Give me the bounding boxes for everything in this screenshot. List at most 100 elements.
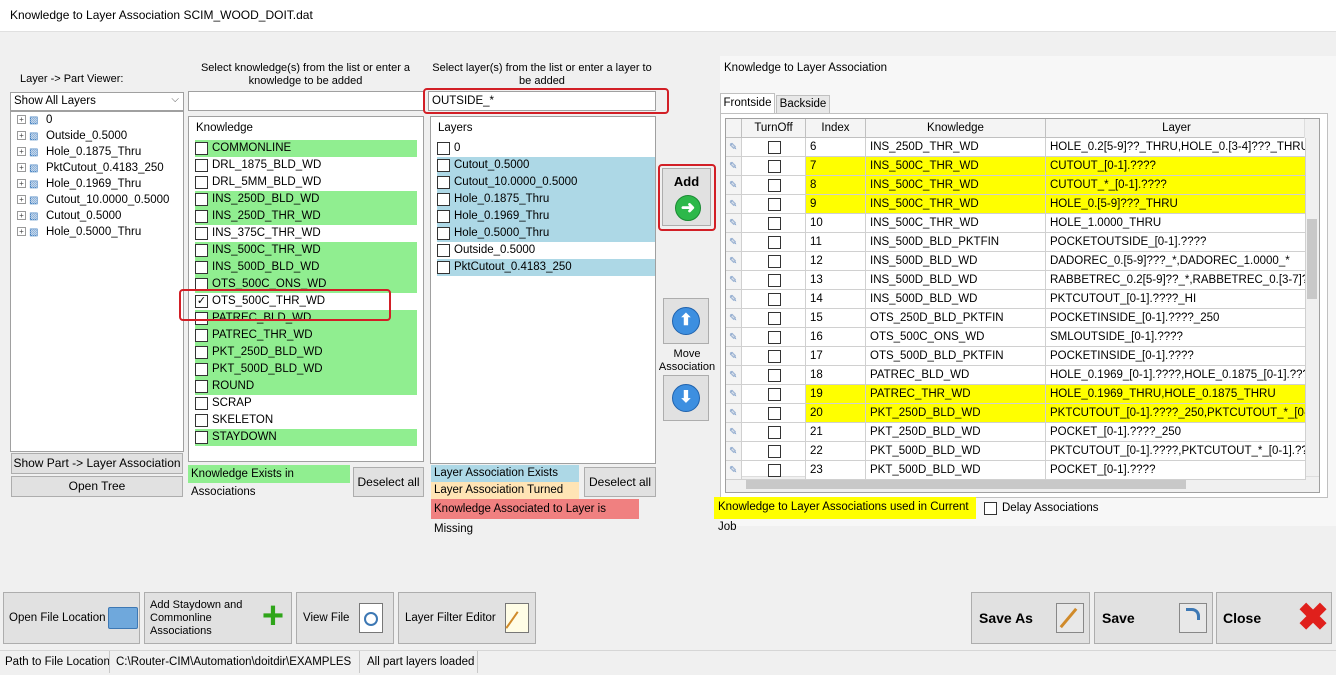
layer-item[interactable]: Cutout_10.0000_0.5000 <box>437 174 655 191</box>
layer-filter-select[interactable]: Show All Layers ⌵ <box>10 92 184 111</box>
turnoff-cell[interactable] <box>742 138 806 157</box>
table-row[interactable]: ✎ 17 OTS_500D_BLD_PKTFIN POCKETINSIDE_[0-1]… <box>726 347 1306 366</box>
table-row[interactable]: ✎ 15 OTS_250D_BLD_PKTFIN POCKETINSIDE_[0-1]… <box>726 309 1306 328</box>
table-row[interactable]: ✎ 20 PKT_250D_BLD_WD PKTCUTOUT_[0-1].????_2… <box>726 404 1306 423</box>
table-row[interactable]: ✎ 7 INS_500C_THR_WD CUTOUT_[0-1].???? <box>726 157 1306 176</box>
tree-item[interactable]: + ▧ PktCutout_0.4183_250 <box>17 160 164 176</box>
layer-checkbox[interactable] <box>437 176 450 189</box>
turnoff-cell[interactable] <box>742 157 806 176</box>
expand-icon[interactable]: + <box>17 211 26 221</box>
turnoff-checkbox[interactable] <box>768 331 781 344</box>
table-row[interactable]: ✎ 14 INS_500D_BLD_WD PKTCUTOUT_[0-1].????_H… <box>726 290 1306 309</box>
turnoff-checkbox[interactable] <box>768 350 781 363</box>
table-row[interactable]: ✎ 13 INS_500D_BLD_WD RABBETREC_0.2[5-9]??_*… <box>726 271 1306 290</box>
knowledge-item[interactable]: PKT_250D_BLD_WD <box>195 344 417 361</box>
expand-icon[interactable]: + <box>17 195 26 205</box>
turnoff-cell[interactable] <box>742 271 806 290</box>
col-knowledge[interactable]: Knowledge <box>866 119 1046 138</box>
delay-associations-checkbox[interactable] <box>984 502 997 515</box>
tree-item[interactable]: + ▧ Outside_0.5000 <box>17 128 127 144</box>
expand-icon[interactable]: + <box>17 147 26 157</box>
open-tree-button[interactable]: Open Tree <box>11 476 183 497</box>
turnoff-cell[interactable] <box>742 385 806 404</box>
vertical-scrollbar[interactable] <box>1304 119 1319 477</box>
layer-checkbox[interactable] <box>437 227 450 240</box>
turnoff-checkbox[interactable] <box>768 312 781 325</box>
table-row[interactable]: ✎ 19 PATREC_THR_WD HOLE_0.1969_THRU,HOLE_0.… <box>726 385 1306 404</box>
edit-pencil-icon[interactable]: ✎ <box>726 404 742 423</box>
vertical-scroll-thumb[interactable] <box>1307 219 1317 299</box>
turnoff-checkbox[interactable] <box>768 198 781 211</box>
edit-pencil-icon[interactable]: ✎ <box>726 271 742 290</box>
table-row[interactable]: ✎ 23 PKT_500D_BLD_WD POCKET_[0-1].???? <box>726 461 1306 480</box>
layer-tree[interactable]: + ▧ 0 + ▧ Outside_0.5000 + ▧ Hole_0.1875_Thru + ▧ P… <box>10 111 184 452</box>
horizontal-scroll-thumb[interactable] <box>746 480 1186 489</box>
turnoff-cell[interactable] <box>742 423 806 442</box>
layer-deselect-button[interactable]: Deselect all <box>584 467 656 497</box>
tree-item[interactable]: + ▧ Cutout_10.0000_0.5000 <box>17 192 169 208</box>
view-file-button[interactable]: View File <box>296 592 394 644</box>
edit-pencil-icon[interactable]: ✎ <box>726 423 742 442</box>
edit-pencil-icon[interactable]: ✎ <box>726 176 742 195</box>
turnoff-checkbox[interactable] <box>768 388 781 401</box>
knowledge-checkbox[interactable] <box>195 244 208 257</box>
save-as-button[interactable]: Save As <box>971 592 1090 644</box>
turnoff-checkbox[interactable] <box>768 426 781 439</box>
col-layer[interactable]: Layer <box>1046 119 1308 138</box>
table-row[interactable]: ✎ 18 PATREC_BLD_WD HOLE_0.1969_[0-1].????,H… <box>726 366 1306 385</box>
turnoff-cell[interactable] <box>742 176 806 195</box>
layer-item[interactable]: Hole_0.5000_Thru <box>437 225 655 242</box>
edit-pencil-icon[interactable]: ✎ <box>726 195 742 214</box>
knowledge-input[interactable] <box>188 91 424 111</box>
association-grid[interactable]: TurnOff Index Knowledge Layer ✎ 6 INS_250D… <box>725 118 1320 493</box>
knowledge-item[interactable]: DRL_5MM_BLD_WD <box>195 174 417 191</box>
turnoff-cell[interactable] <box>742 328 806 347</box>
edit-pencil-icon[interactable]: ✎ <box>726 347 742 366</box>
knowledge-item[interactable]: SKELETON <box>195 412 417 429</box>
turnoff-checkbox[interactable] <box>768 179 781 192</box>
table-row[interactable]: ✎ 16 OTS_500C_ONS_WD SMLOUTSIDE_[0-1].???? <box>726 328 1306 347</box>
knowledge-item[interactable]: ROUND <box>195 378 417 395</box>
turnoff-checkbox[interactable] <box>768 445 781 458</box>
knowledge-checkbox[interactable] <box>195 397 208 410</box>
table-row[interactable]: ✎ 22 PKT_500D_BLD_WD PKTCUTOUT_[0-1].????,P… <box>726 442 1306 461</box>
show-part-layer-button[interactable]: Show Part -> Layer Association <box>11 453 183 474</box>
expand-icon[interactable]: + <box>17 163 26 173</box>
layer-item[interactable]: 0 <box>437 140 655 157</box>
edit-pencil-icon[interactable]: ✎ <box>726 214 742 233</box>
col-index[interactable]: Index <box>806 119 866 138</box>
add-staydown-button[interactable]: Add Staydown and Commonline Associations… <box>144 592 292 644</box>
save-button[interactable]: Save <box>1094 592 1213 644</box>
layer-item[interactable]: Cutout_0.5000 <box>437 157 655 174</box>
knowledge-item[interactable]: STAYDOWN <box>195 429 417 446</box>
knowledge-checkbox[interactable] <box>195 159 208 172</box>
edit-pencil-icon[interactable]: ✎ <box>726 290 742 309</box>
move-up-button[interactable]: ⬆ <box>663 298 709 344</box>
knowledge-checkbox[interactable] <box>195 380 208 393</box>
edit-pencil-icon[interactable]: ✎ <box>726 461 742 480</box>
layer-item[interactable]: Hole_0.1875_Thru <box>437 191 655 208</box>
knowledge-checkbox[interactable] <box>195 193 208 206</box>
table-row[interactable]: ✎ 11 INS_500D_BLD_PKTFIN POCKETOUTSIDE_[0-1… <box>726 233 1306 252</box>
edit-pencil-icon[interactable]: ✎ <box>726 328 742 347</box>
knowledge-item[interactable]: PATREC_THR_WD <box>195 327 417 344</box>
expand-icon[interactable]: + <box>17 227 26 237</box>
layer-list[interactable]: Layers 0 Cutout_0.5000 Cutout_10.0000_0.50… <box>430 116 656 464</box>
edit-pencil-icon[interactable]: ✎ <box>726 385 742 404</box>
knowledge-checkbox[interactable] <box>195 363 208 376</box>
edit-pencil-icon[interactable]: ✎ <box>726 309 742 328</box>
table-row[interactable]: ✎ 21 PKT_250D_BLD_WD POCKET_[0-1].????_250 <box>726 423 1306 442</box>
knowledge-checkbox[interactable] <box>195 210 208 223</box>
knowledge-item[interactable]: INS_250D_THR_WD <box>195 208 417 225</box>
table-row[interactable]: ✎ 12 INS_500D_BLD_WD DADOREC_0.[5-9]???_*,D… <box>726 252 1306 271</box>
turnoff-cell[interactable] <box>742 290 806 309</box>
tab-frontside[interactable]: Frontside <box>720 93 775 114</box>
turnoff-cell[interactable] <box>742 442 806 461</box>
move-down-button[interactable]: ⬇ <box>663 375 709 421</box>
knowledge-deselect-button[interactable]: Deselect all <box>353 467 424 497</box>
turnoff-cell[interactable] <box>742 309 806 328</box>
expand-icon[interactable]: + <box>17 131 26 141</box>
turnoff-checkbox[interactable] <box>768 407 781 420</box>
layer-checkbox[interactable] <box>437 193 450 206</box>
layer-item[interactable]: Outside_0.5000 <box>437 242 655 259</box>
